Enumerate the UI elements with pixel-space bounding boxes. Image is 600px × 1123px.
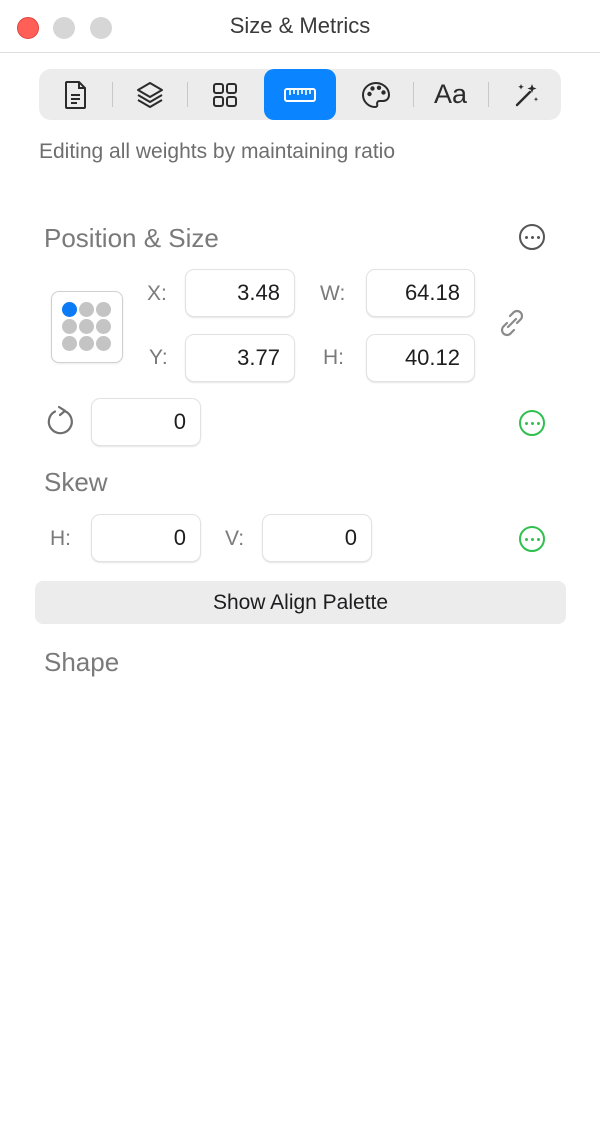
h-label: H: xyxy=(323,346,344,369)
skew-v-label: V: xyxy=(225,527,245,550)
y-field[interactable]: 3.77 xyxy=(185,334,295,382)
anchor-top-right[interactable] xyxy=(96,302,111,317)
width-field[interactable]: 64.18 xyxy=(366,269,475,317)
palette-icon xyxy=(361,81,390,108)
skew-h-label: H: xyxy=(50,527,71,550)
text-icon: Aa xyxy=(433,79,468,109)
anchor-bottom-center[interactable] xyxy=(79,336,94,351)
document-icon xyxy=(64,80,86,109)
ruler-icon xyxy=(284,87,316,102)
tab-effects[interactable] xyxy=(489,69,561,120)
anchor-middle-right[interactable] xyxy=(96,319,111,334)
w-label: W: xyxy=(320,282,346,305)
y-label: Y: xyxy=(149,346,168,369)
link-proportions-icon[interactable] xyxy=(496,307,528,339)
skew-v-field[interactable]: 0 xyxy=(262,514,372,562)
magic-wand-icon xyxy=(515,83,539,106)
anchor-bottom-left[interactable] xyxy=(62,336,77,351)
inspector-toolbar: Aa xyxy=(39,69,561,120)
tab-size-metrics[interactable] xyxy=(264,69,336,120)
x-label: X: xyxy=(147,282,167,305)
anchor-middle-left[interactable] xyxy=(62,319,77,334)
show-align-palette-button[interactable]: Show Align Palette xyxy=(35,581,566,624)
tab-style[interactable] xyxy=(339,69,412,120)
section-title-shape: Shape xyxy=(44,647,120,677)
rotation-options-button[interactable] xyxy=(519,410,545,436)
height-field[interactable]: 40.12 xyxy=(366,334,475,382)
position-size-options-button[interactable] xyxy=(519,224,545,250)
rotation-field[interactable]: 0 xyxy=(91,398,201,446)
x-field[interactable]: 3.48 xyxy=(185,269,295,317)
tab-components[interactable] xyxy=(188,69,261,120)
anchor-center[interactable] xyxy=(79,319,94,334)
tab-document[interactable] xyxy=(39,69,112,120)
anchor-point-picker[interactable] xyxy=(51,291,123,363)
skew-options-button[interactable] xyxy=(519,526,545,552)
section-title-skew: Skew xyxy=(44,467,108,497)
skew-h-field[interactable]: 0 xyxy=(91,514,201,562)
anchor-top-left[interactable] xyxy=(62,302,77,317)
window-title: Size & Metrics xyxy=(229,13,371,38)
tab-layers[interactable] xyxy=(113,69,186,120)
hint-text: Editing all weights by maintaining ratio xyxy=(39,140,396,163)
anchor-bottom-right[interactable] xyxy=(96,336,111,351)
anchor-top-center[interactable] xyxy=(79,302,94,317)
section-title-position-size: Position & Size xyxy=(44,223,219,253)
tab-typography[interactable]: Aa xyxy=(414,69,487,120)
layers-icon xyxy=(136,81,163,108)
grid-icon xyxy=(212,82,237,107)
rotate-icon xyxy=(47,405,73,435)
title-bar: Size & Metrics xyxy=(0,0,600,53)
